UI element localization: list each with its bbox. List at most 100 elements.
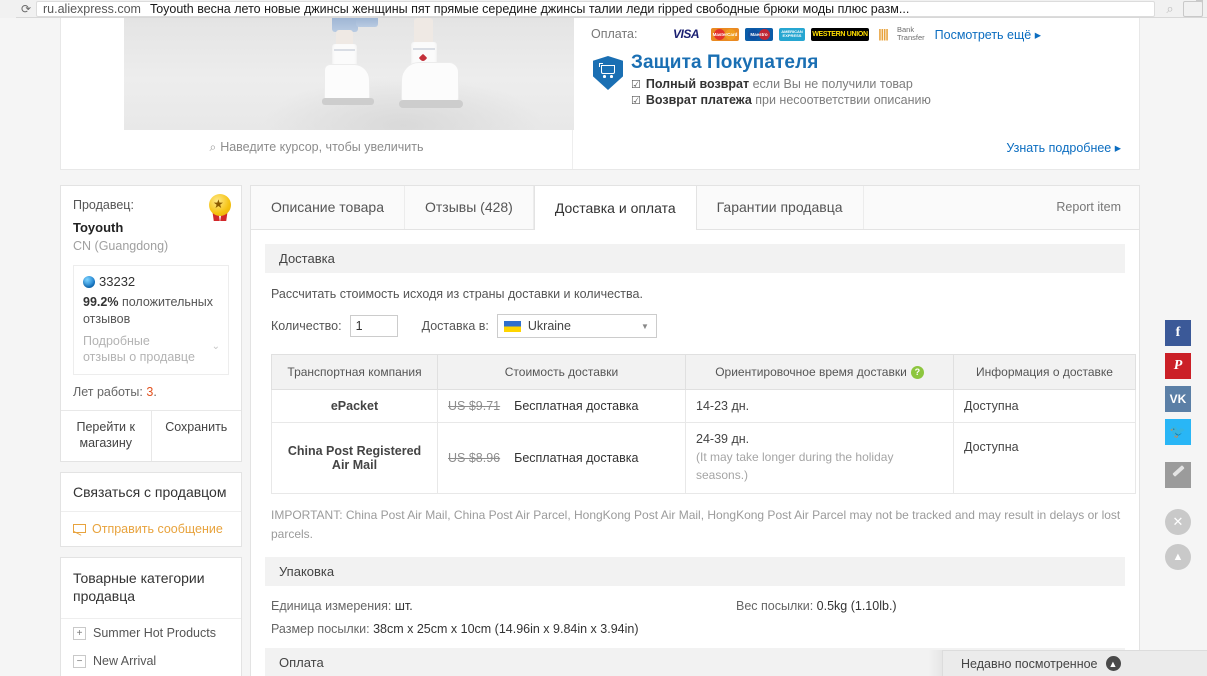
pinterest-share-button[interactable]: P xyxy=(1165,353,1191,379)
search-icon: ⌕ xyxy=(209,140,217,154)
tab-seller-guarantees[interactable]: Гарантии продавца xyxy=(697,186,864,229)
payment-methods-row: Оплата: VISA MasterCard Maestro AMERICAN… xyxy=(591,24,1139,44)
quantity-input[interactable] xyxy=(349,315,398,337)
top-seller-medal-icon: ★ xyxy=(209,194,231,221)
tab-bar: Описание товара Отзывы (428) Доставка и … xyxy=(251,186,1139,230)
shield-cart-icon xyxy=(593,56,623,90)
header-info: Информация о доставке xyxy=(953,353,1136,391)
zoom-out-icon[interactable]: ⌕ xyxy=(1157,0,1183,18)
bank-transfer-icon: |||| xyxy=(875,27,891,41)
delivery-time-note: (It may take longer during the holiday s… xyxy=(696,450,894,482)
important-shipping-note: IMPORTANT: China Post Air Mail, China Po… xyxy=(271,507,1121,541)
recently-viewed-bar[interactable]: Недавно посмотренное ▲ xyxy=(942,650,1207,676)
browser-left-spacer xyxy=(0,0,16,18)
reload-icon[interactable]: ⟳ xyxy=(16,0,36,18)
country-value: Ukraine xyxy=(527,319,571,333)
old-price: US $9.71 xyxy=(448,399,501,414)
packaging-unit-row: Единица измерения: шт. xyxy=(271,599,1125,613)
visa-icon: VISA xyxy=(667,27,705,41)
header-cost: Стоимость доставки xyxy=(437,353,686,391)
pencil-icon[interactable] xyxy=(1165,462,1191,488)
mastercard-icon: MasterCard xyxy=(711,27,739,41)
feedback-count-row: 33232 xyxy=(83,274,219,289)
product-image[interactable] xyxy=(124,18,574,130)
seller-name[interactable]: Toyouth xyxy=(73,220,229,235)
chevron-down-icon[interactable]: ⌄ xyxy=(212,341,220,352)
header-time: Ориентировочное время доставки? xyxy=(685,353,954,391)
tab-icon[interactable] xyxy=(1183,0,1203,17)
page-title-text: Toyouth весна лето новые джинсы женщины … xyxy=(149,1,910,16)
shipping-payment-content: Доставка Рассчитать стоимость исходя из … xyxy=(251,230,1139,676)
country-select[interactable]: Ukraine ▼ xyxy=(496,314,657,338)
buyer-protection-body: Защита Покупателя ☑ Полный возврат если В… xyxy=(591,52,1139,109)
report-item-link[interactable]: Report item xyxy=(1038,186,1139,229)
table-row: China Post Registered Air Mail US $8.96 Б… xyxy=(271,422,1136,494)
cell-info: Доступна xyxy=(953,422,1136,494)
cell-carrier: China Post Registered Air Mail xyxy=(271,422,438,494)
category-new-arrival[interactable]: − New Arrival xyxy=(61,647,241,675)
maestro-icon: Maestro xyxy=(745,27,773,41)
shipping-section-header: Доставка xyxy=(265,244,1125,273)
packaging-section-header: Упаковка xyxy=(265,557,1125,587)
quantity-label: Количество: xyxy=(271,319,342,333)
western-union-icon: WESTERN UNION xyxy=(811,27,869,41)
delivery-time: 14-23 дн. xyxy=(696,399,750,414)
zoom-hint[interactable]: ⌕ Наведите курсор, чтобы увеличить xyxy=(61,140,572,155)
tab-shipping-payment[interactable]: Доставка и оплата xyxy=(533,186,697,230)
protection-line: ☑ Полный возврат если Вы не получили това… xyxy=(631,77,931,91)
expand-plus-icon[interactable]: + xyxy=(73,626,86,640)
amex-icon: AMERICAN EXPRESS xyxy=(779,27,805,41)
url-domain: ru.aliexpress.com xyxy=(43,1,141,16)
product-top-section: ⌕ Наведите курсор, чтобы увеличить Оплата… xyxy=(60,18,1140,170)
bank-transfer-label: Bank Transfer xyxy=(897,25,925,42)
category-summer-hot-products[interactable]: + Summer Hot Products xyxy=(61,619,241,647)
packaging-details: Единица измерения: шт. Вес посылки: 0.5k… xyxy=(271,599,1125,636)
protection-line: ☑ Возврат платежа при несоответствии опис… xyxy=(631,93,931,107)
zoom-hint-label: Наведите курсор, чтобы увеличить xyxy=(220,140,424,154)
free-shipping-label: Бесплатная доставка xyxy=(514,451,639,466)
more-payment-methods-link[interactable]: Посмотреть ещё ▸ xyxy=(935,27,1041,42)
save-seller-button[interactable]: Сохранить xyxy=(150,411,242,461)
category-label: Summer Hot Products xyxy=(93,626,216,641)
table-header-row: Транспортная компания Стоимость доставки… xyxy=(271,353,1136,391)
scroll-to-top-icon[interactable]: ▲ xyxy=(1165,544,1191,570)
years-dot: . xyxy=(153,385,157,400)
ship-to-label: Доставка в: xyxy=(421,319,489,333)
seller-sidebar: ★ Продавец: Toyouth CN (Guangdong) 33232… xyxy=(60,185,242,676)
cell-time: 24-39 дн. (It may take longer during the… xyxy=(685,422,954,494)
seller-categories-title: Товарные категории продавца xyxy=(61,558,241,620)
cell-info-text: Доступна xyxy=(964,440,1019,455)
tab-reviews[interactable]: Отзывы (428) xyxy=(405,186,534,229)
buyer-protection-title: Защита Покупателя xyxy=(631,52,819,73)
send-message-button[interactable]: Отправить сообщение xyxy=(61,512,241,546)
unit-label: Единица измерения: xyxy=(271,599,392,614)
cell-cost: US $9.71 Бесплатная доставка xyxy=(437,389,686,424)
vk-share-button[interactable]: VK xyxy=(1165,386,1191,412)
cell-carrier: ePacket xyxy=(271,389,438,424)
tab-description[interactable]: Описание товара xyxy=(251,186,405,229)
header-time-label: Ориентировочное время доставки xyxy=(715,365,907,379)
shipping-methods-table: Транспортная компания Стоимость доставки… xyxy=(271,353,1136,494)
protection-line-rest: при несоответствии описанию xyxy=(751,93,931,107)
flag-ukraine-icon xyxy=(503,320,521,332)
twitter-share-button[interactable]: 🐦 xyxy=(1165,419,1191,445)
close-icon[interactable]: ✕ xyxy=(1165,509,1191,535)
collapse-minus-icon[interactable]: − xyxy=(73,654,86,668)
size-value: 38cm x 25cm x 10cm (14.96in x 9.84in x 3… xyxy=(373,622,639,637)
protection-line-strong: Полный возврат xyxy=(645,77,750,91)
chevron-up-icon[interactable]: ▲ xyxy=(1105,656,1121,671)
unit-value: шт. xyxy=(394,599,413,614)
learn-more-link[interactable]: Узнать подробнее ▸ xyxy=(1006,140,1121,155)
facebook-share-button[interactable]: f xyxy=(1165,320,1191,346)
address-bar[interactable]: ru.aliexpress.com Toyouth весна лето нов… xyxy=(36,0,1155,17)
cell-time: 14-23 дн. xyxy=(685,389,954,424)
check-icon: ☑ xyxy=(631,79,641,91)
feedback-count: 33232 xyxy=(99,274,136,289)
delivery-time: 24-39 дн. xyxy=(696,432,750,447)
protection-line-rest: если Вы не получили товар xyxy=(749,77,913,91)
help-question-icon[interactable]: ? xyxy=(910,366,924,380)
detailed-seller-ratings-link[interactable]: Подробные отзывы о продавце xyxy=(83,333,195,366)
shipping-calculator-row: Количество: Доставка в: Ukraine ▼ xyxy=(271,314,1125,338)
visit-store-button[interactable]: Перейти к магазину xyxy=(61,411,151,460)
seller-categories-card: Товарные категории продавца + Summer Hot… xyxy=(60,556,242,676)
